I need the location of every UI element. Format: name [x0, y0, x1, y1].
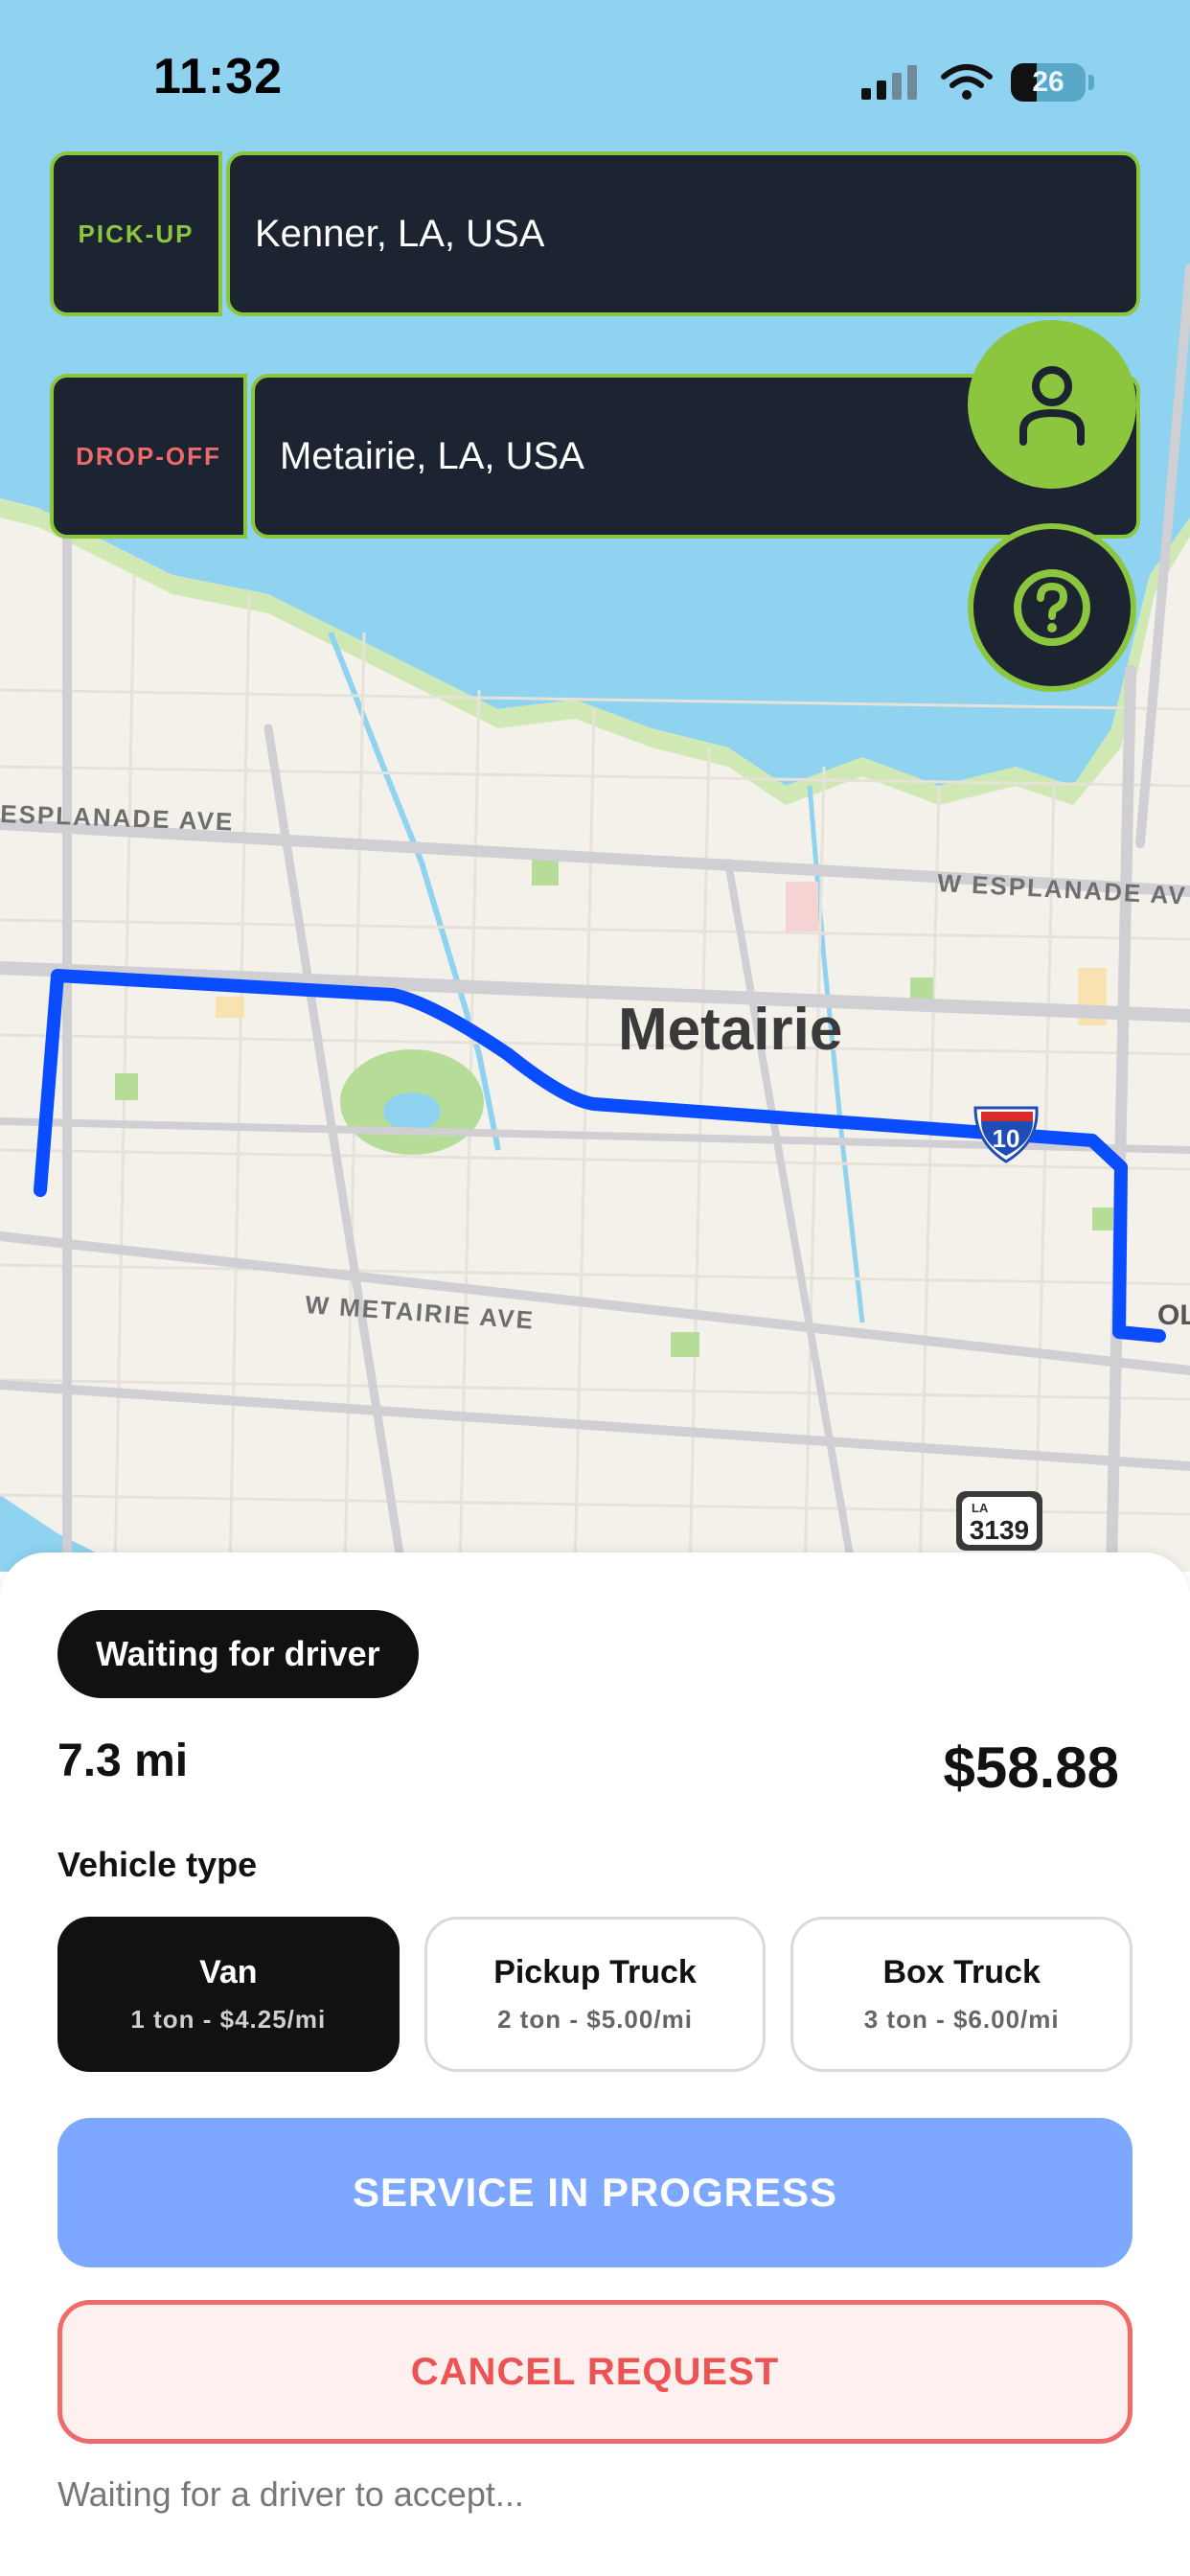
profile-button[interactable] [968, 320, 1136, 489]
dropoff-tag: DROP-OFF [50, 374, 247, 539]
vehicle-detail: 3 ton - $6.00/mi [863, 2005, 1060, 2034]
vehicle-detail: 2 ton - $5.00/mi [497, 2005, 693, 2034]
vehicle-option-van[interactable]: Van 1 ton - $4.25/mi [57, 1917, 400, 2072]
service-status-button[interactable]: SERVICE IN PROGRESS [57, 2118, 1133, 2267]
status-time: 11:32 [153, 49, 284, 104]
cellular-signal-icon [861, 65, 917, 100]
svg-text:3139: 3139 [970, 1515, 1029, 1545]
state-highway-shield: LA 3139 [956, 1491, 1042, 1551]
interstate-number: 10 [993, 1124, 1020, 1153]
vehicle-name: Box Truck [882, 1954, 1041, 1990]
city-label: Metairie [618, 997, 842, 1063]
vehicle-name: Pickup Truck [493, 1954, 697, 1990]
question-circle-icon [1014, 569, 1090, 646]
pickup-input[interactable]: Kenner, LA, USA [226, 151, 1140, 316]
trip-sheet: Waiting for driver 7.3 mi $58.88 Vehicle… [0, 1552, 1190, 2576]
vehicle-name: Van [199, 1954, 258, 1990]
battery-indicator: 26 [1011, 63, 1094, 102]
vehicle-option-box-truck[interactable]: Box Truck 3 ton - $6.00/mi [790, 1917, 1133, 2072]
person-icon [1019, 366, 1085, 446]
wifi-icon [941, 64, 993, 100]
status-bar: 11:32 26 [0, 0, 1190, 144]
street-label: OL [1157, 1300, 1190, 1331]
vehicle-type-label: Vehicle type [57, 1845, 258, 1884]
battery-level: 26 [1032, 66, 1064, 98]
trip-distance: 7.3 mi [57, 1736, 189, 1786]
vehicle-option-pickup-truck[interactable]: Pickup Truck 2 ton - $5.00/mi [423, 1917, 767, 2072]
status-badge: Waiting for driver [57, 1610, 419, 1698]
vehicle-detail: 1 ton - $4.25/mi [130, 2005, 327, 2034]
svg-text:LA: LA [972, 1501, 989, 1515]
pickup-tag: PICK-UP [50, 151, 222, 316]
cancel-request-button[interactable]: CANCEL REQUEST [57, 2300, 1133, 2444]
battery-icon: 26 [1011, 63, 1086, 102]
trip-price: $58.88 [943, 1736, 1119, 1800]
vehicle-options: Van 1 ton - $4.25/mi Pickup Truck 2 ton … [57, 1917, 1133, 2072]
pickup-field[interactable]: PICK-UP Kenner, LA, USA [50, 151, 1140, 316]
help-button[interactable] [968, 523, 1136, 692]
status-icons: 26 [859, 56, 1094, 109]
footer-note: Waiting for a driver to accept... [57, 2474, 524, 2514]
